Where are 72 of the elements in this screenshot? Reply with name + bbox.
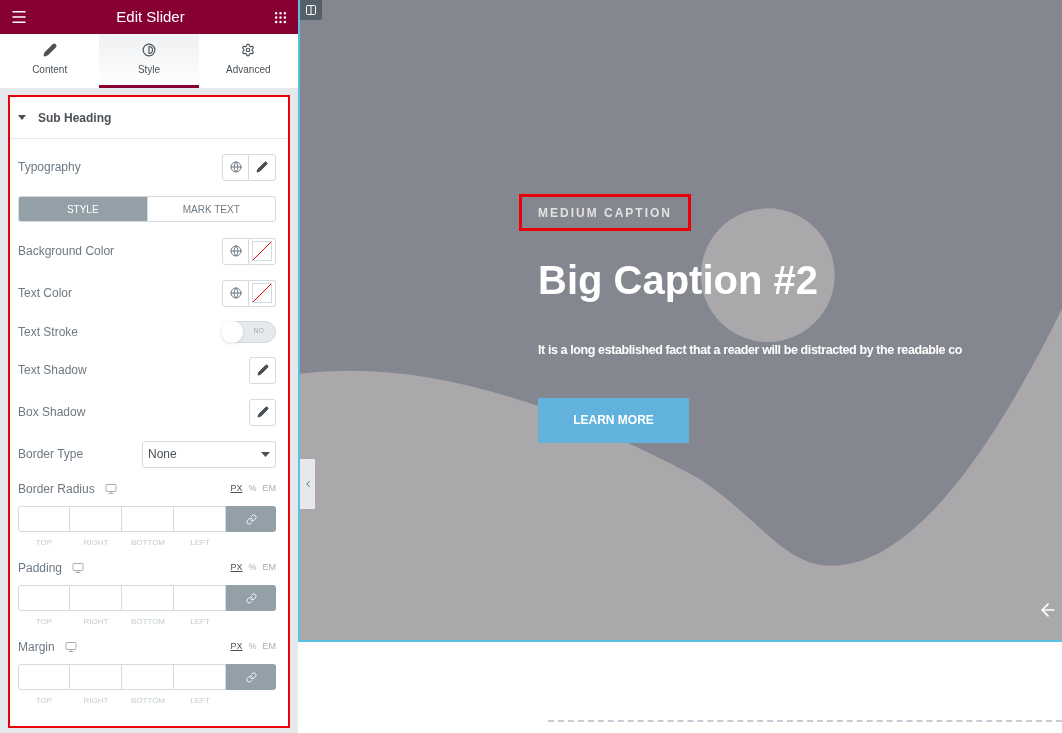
caret-down-icon xyxy=(261,451,270,457)
side-label: BOTTOM xyxy=(129,695,167,707)
dimension-input[interactable] xyxy=(18,585,70,611)
edit-button[interactable] xyxy=(249,398,276,426)
dimension-input[interactable] xyxy=(122,664,174,690)
caret-down-icon xyxy=(18,115,26,120)
pencil-icon xyxy=(256,406,269,418)
control-label: Box Shadow xyxy=(18,404,86,421)
switcher-tab[interactable]: MARK TEXT xyxy=(147,196,276,222)
global-button[interactable] xyxy=(222,237,249,265)
unit-option[interactable]: PX xyxy=(230,482,243,496)
collapse-panel-handle[interactable] xyxy=(300,459,315,509)
edit-button[interactable] xyxy=(249,356,276,384)
pencil-icon xyxy=(256,161,268,173)
pencil-icon xyxy=(256,364,269,376)
control-label: Background Color xyxy=(18,243,115,260)
side-label: BOTTOM xyxy=(129,537,167,549)
control-label: Text Color xyxy=(18,285,73,302)
dimension-input[interactable] xyxy=(70,664,122,690)
panel-tab[interactable]: Style xyxy=(99,34,199,88)
unit-option[interactable]: % xyxy=(248,482,257,496)
grid-icon[interactable] xyxy=(273,9,288,25)
link-icon xyxy=(245,671,257,683)
panel-tab[interactable]: Content xyxy=(0,34,100,88)
globe-icon xyxy=(229,161,242,173)
control-label: Text Stroke xyxy=(18,323,79,341)
slide-heading: Big Caption #2 xyxy=(538,257,819,304)
desktop-icon xyxy=(64,641,77,653)
desktop-icon xyxy=(104,483,117,495)
dimension-input[interactable] xyxy=(18,664,70,690)
dimension-input[interactable] xyxy=(122,506,174,532)
control-label: Typography xyxy=(18,159,81,176)
globe-icon xyxy=(229,287,242,299)
control-label: Border Type xyxy=(18,446,84,463)
control-label: Margin xyxy=(18,639,55,656)
edit-button[interactable] xyxy=(249,153,276,181)
control-label: Text Shadow xyxy=(18,362,87,379)
dimension-input[interactable] xyxy=(70,506,122,532)
slide-settings-icon[interactable] xyxy=(300,0,322,20)
half-circle-icon xyxy=(142,42,156,57)
switcher-tab[interactable]: STYLE xyxy=(18,196,148,222)
globe-icon xyxy=(229,245,242,257)
unit-option[interactable]: % xyxy=(248,640,257,654)
color-picker-button[interactable] xyxy=(249,237,276,265)
section-header[interactable]: Sub Heading xyxy=(10,97,288,139)
global-button[interactable] xyxy=(222,279,249,307)
link-icon xyxy=(245,513,257,525)
side-label: BOTTOM xyxy=(129,616,167,628)
panel-title: Edit Slider xyxy=(116,6,185,27)
slide-text: It is a long established fact that a reader will be distracted by the readable co xyxy=(538,342,962,359)
dimension-input[interactable] xyxy=(122,585,174,611)
menu-icon[interactable] xyxy=(10,8,28,26)
color-picker-button[interactable] xyxy=(249,279,276,307)
dimension-input[interactable] xyxy=(18,506,70,532)
link-values-button[interactable] xyxy=(226,664,276,690)
panel-tab[interactable]: Advanced xyxy=(198,34,298,88)
no-color-swatch-icon xyxy=(252,283,272,303)
unit-option[interactable]: PX xyxy=(230,561,243,575)
slide-caption: MEDIUM CAPTION xyxy=(538,204,672,222)
unit-option[interactable]: PX xyxy=(230,640,243,654)
link-values-button[interactable] xyxy=(226,506,276,532)
desktop-icon xyxy=(72,562,85,574)
control-label: Border Radius xyxy=(18,481,95,498)
select-dropdown[interactable]: None xyxy=(142,440,276,468)
gear-icon xyxy=(241,42,256,57)
link-icon xyxy=(245,592,257,604)
pencil-icon xyxy=(42,42,57,57)
unit-option[interactable]: % xyxy=(248,561,257,575)
dimension-input[interactable] xyxy=(70,585,122,611)
link-values-button[interactable] xyxy=(226,585,276,611)
control-label: Padding xyxy=(18,560,63,577)
no-color-swatch-icon xyxy=(252,241,272,261)
